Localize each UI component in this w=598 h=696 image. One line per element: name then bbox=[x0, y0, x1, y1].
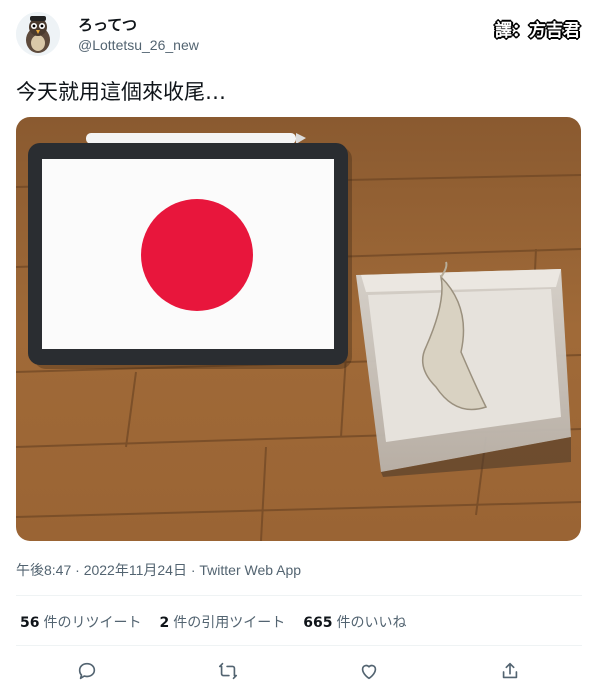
retweet-count[interactable]: 56 件のリツイート bbox=[20, 612, 141, 632]
user-handle[interactable]: @Lottetsu_26_new bbox=[78, 37, 199, 53]
avatar[interactable] bbox=[16, 12, 60, 56]
photo-ipad-and-tissue-box bbox=[16, 117, 581, 541]
share-icon bbox=[502, 662, 518, 679]
translator-badge: 譯：方吉君 bbox=[495, 21, 580, 41]
like-icon bbox=[361, 664, 377, 680]
share-button[interactable] bbox=[495, 656, 525, 686]
reply-icon bbox=[78, 662, 96, 680]
divider bbox=[16, 645, 582, 646]
reply-button[interactable] bbox=[72, 656, 102, 686]
bird-avatar-icon bbox=[16, 12, 60, 56]
tweet-timestamp[interactable]: 午後8:47 · 2022年11月24日 · Twitter Web App bbox=[16, 560, 301, 580]
retweet-icon bbox=[218, 662, 238, 680]
like-button[interactable] bbox=[354, 656, 384, 686]
quote-count[interactable]: 2 件の引用ツイート bbox=[159, 612, 285, 632]
tweet-photo[interactable] bbox=[16, 117, 581, 541]
engagement-stats: 56 件のリツイート 2 件の引用ツイート 665 件のいいね bbox=[20, 612, 406, 632]
like-count[interactable]: 665 件のいいね bbox=[303, 612, 406, 632]
tweet-text: 今天就用這個來收尾… bbox=[16, 80, 226, 104]
display-name[interactable]: ろってつ bbox=[78, 14, 137, 35]
divider bbox=[16, 595, 582, 596]
retweet-button[interactable] bbox=[213, 656, 243, 686]
action-bar bbox=[0, 656, 598, 686]
